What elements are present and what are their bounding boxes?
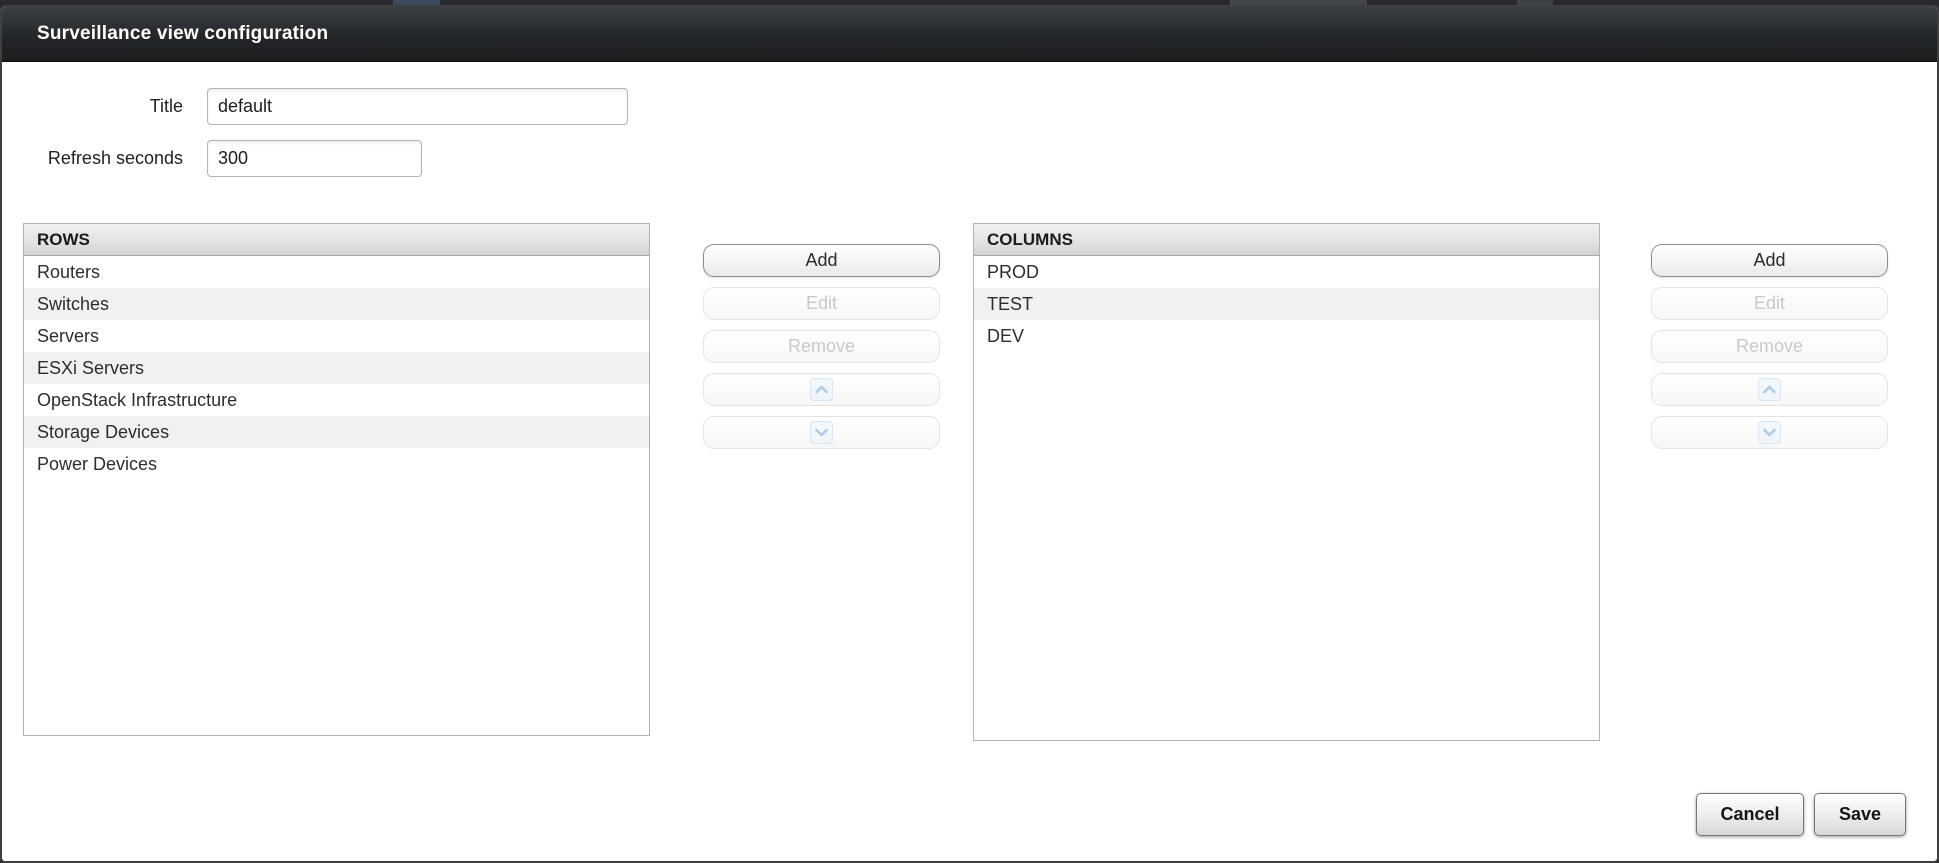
- columns-list: PROD TEST DEV: [974, 256, 1599, 352]
- rows-add-button[interactable]: Add: [703, 244, 940, 277]
- refresh-seconds-label: Refresh seconds: [13, 140, 183, 177]
- columns-edit-button[interactable]: Edit: [1651, 287, 1888, 320]
- rows-remove-label: Remove: [788, 336, 855, 357]
- surveillance-view-configuration-dialog: Surveillance view configuration Title Re…: [0, 5, 1939, 863]
- refresh-seconds-input[interactable]: [207, 140, 422, 177]
- dialog-header: Surveillance view configuration: [2, 7, 1937, 62]
- dialog-title: Surveillance view configuration: [2, 23, 328, 45]
- columns-panel-header: COLUMNS: [974, 224, 1599, 256]
- rows-remove-button[interactable]: Remove: [703, 330, 940, 363]
- columns-move-up-button[interactable]: [1651, 373, 1888, 406]
- columns-list-item[interactable]: DEV: [974, 320, 1599, 352]
- rows-list-item[interactable]: ESXi Servers: [24, 352, 649, 384]
- columns-move-down-button[interactable]: [1651, 416, 1888, 449]
- columns-list-item[interactable]: TEST: [974, 288, 1599, 320]
- rows-list-item[interactable]: Storage Devices: [24, 416, 649, 448]
- columns-remove-label: Remove: [1736, 336, 1803, 357]
- rows-panel-header: ROWS: [24, 224, 649, 256]
- title-input[interactable]: [207, 88, 628, 125]
- rows-edit-label: Edit: [806, 293, 837, 314]
- rows-list-item[interactable]: OpenStack Infrastructure: [24, 384, 649, 416]
- rows-list-item[interactable]: Routers: [24, 256, 649, 288]
- columns-panel: COLUMNS PROD TEST DEV: [973, 223, 1600, 741]
- rows-panel: ROWS Routers Switches Servers ESXi Serve…: [23, 223, 650, 736]
- rows-list-item[interactable]: Switches: [24, 288, 649, 320]
- rows-add-label: Add: [805, 250, 837, 271]
- chevron-up-icon: [1758, 378, 1781, 401]
- chevron-down-icon: [1758, 421, 1781, 444]
- save-button[interactable]: Save: [1814, 793, 1906, 836]
- rows-move-down-button[interactable]: [703, 416, 940, 449]
- rows-move-up-button[interactable]: [703, 373, 940, 406]
- rows-list-item[interactable]: Servers: [24, 320, 649, 352]
- title-label: Title: [13, 88, 183, 125]
- columns-edit-label: Edit: [1754, 293, 1785, 314]
- rows-list: Routers Switches Servers ESXi Servers Op…: [24, 256, 649, 480]
- columns-add-button[interactable]: Add: [1651, 244, 1888, 277]
- cancel-button[interactable]: Cancel: [1696, 793, 1804, 836]
- columns-list-item[interactable]: PROD: [974, 256, 1599, 288]
- columns-remove-button[interactable]: Remove: [1651, 330, 1888, 363]
- rows-edit-button[interactable]: Edit: [703, 287, 940, 320]
- chevron-down-icon: [810, 421, 833, 444]
- columns-add-label: Add: [1753, 250, 1785, 271]
- rows-list-item[interactable]: Power Devices: [24, 448, 649, 480]
- chevron-up-icon: [810, 378, 833, 401]
